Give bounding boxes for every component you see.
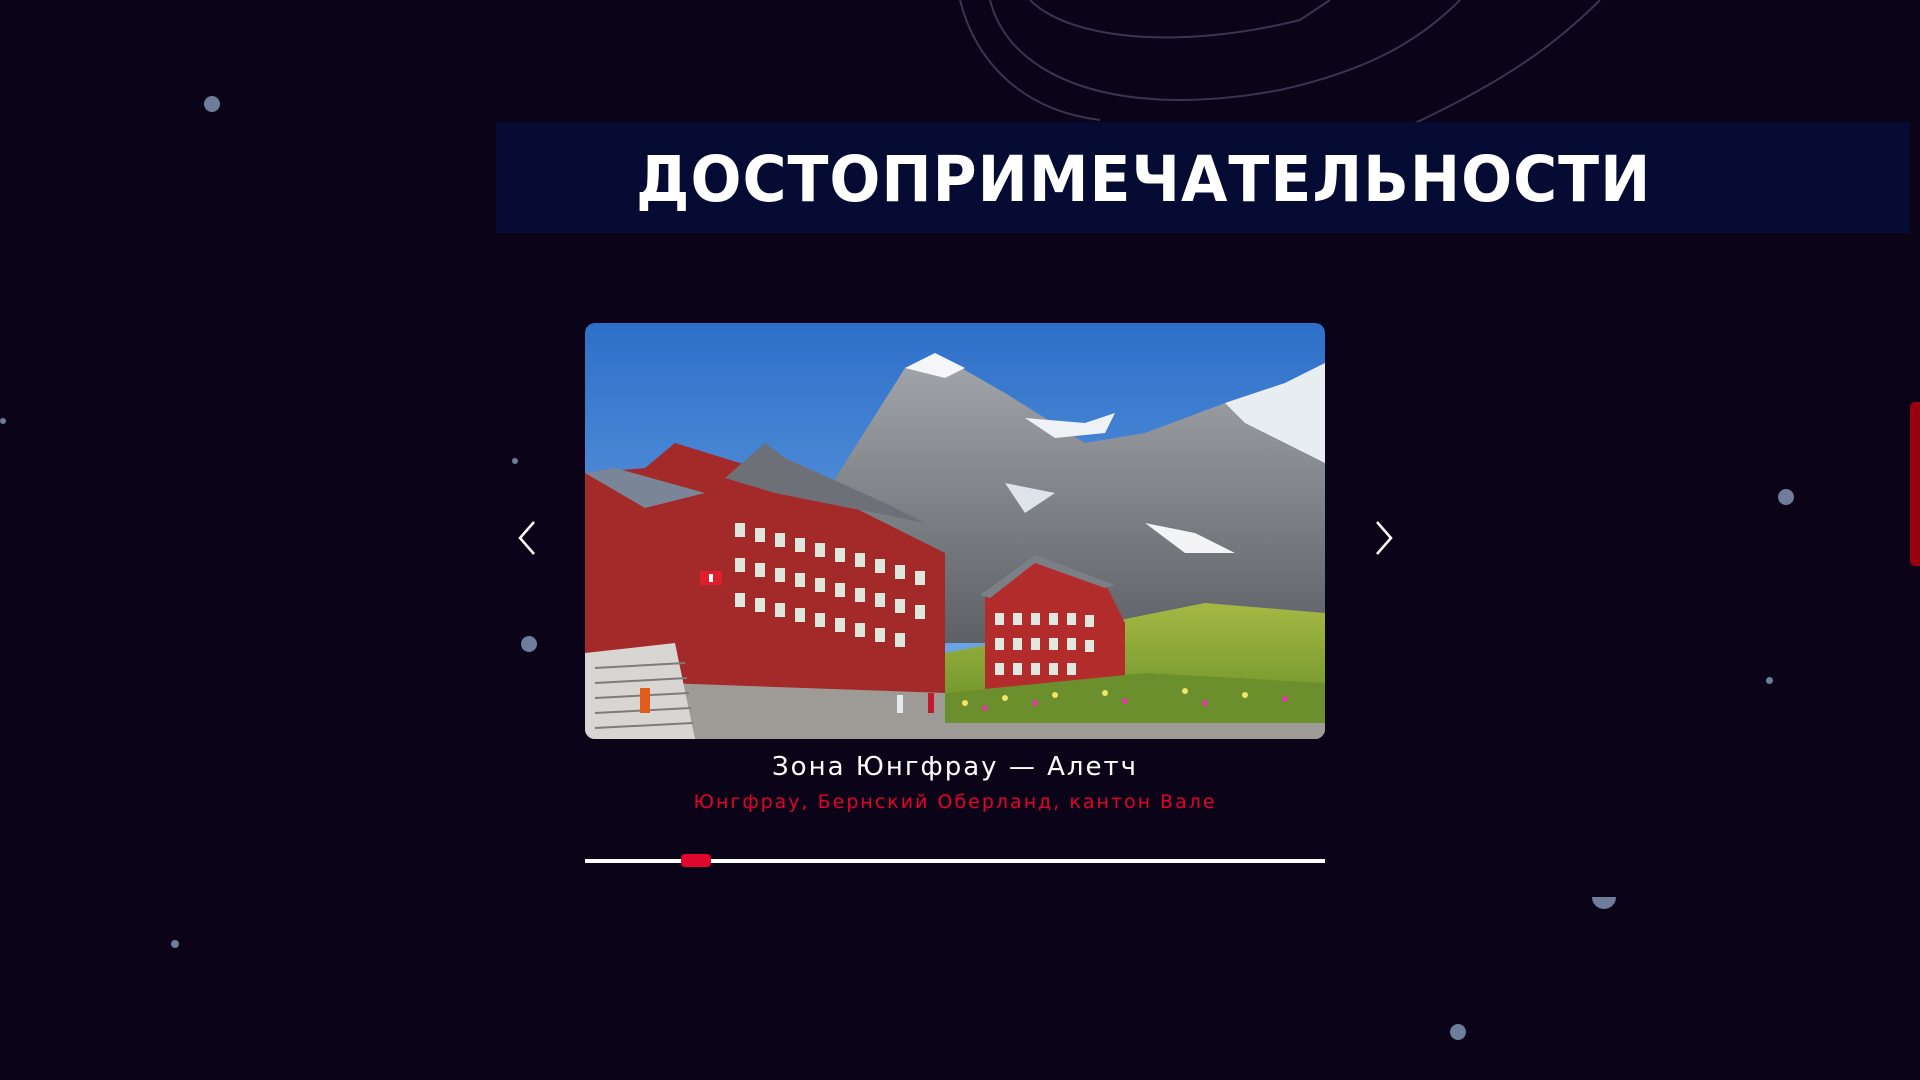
slider-next-button[interactable] — [1363, 516, 1403, 560]
background-dot — [1450, 1024, 1466, 1040]
chevron-right-icon — [1376, 521, 1393, 555]
background-dot — [1766, 677, 1773, 684]
chevron-left-icon — [518, 521, 535, 555]
slide-title: Зона Юнгфрау — Алетч — [772, 752, 1138, 782]
orbit-lines-decoration — [959, 0, 1601, 130]
background-dot — [204, 96, 220, 112]
background-dot — [512, 458, 518, 464]
slider-progress-thumb[interactable] — [681, 854, 711, 867]
background-dot — [171, 940, 179, 948]
slider-prev-button[interactable] — [508, 516, 548, 560]
background-dot — [1778, 489, 1794, 505]
slide-subtitle: Юнгфрау, Бернский Оберланд, кантон Вале — [693, 791, 1217, 813]
mountain-hotel-photo — [585, 323, 1325, 739]
background-dot — [1592, 897, 1616, 909]
background-dot — [521, 636, 537, 652]
slide-image[interactable] — [585, 323, 1325, 739]
background-dot — [0, 418, 6, 424]
page-scrollbar-thumb[interactable] — [1910, 402, 1920, 566]
section-title: ДОСТОПРИМЕЧАТЕЛЬНОСТИ — [636, 143, 1652, 217]
